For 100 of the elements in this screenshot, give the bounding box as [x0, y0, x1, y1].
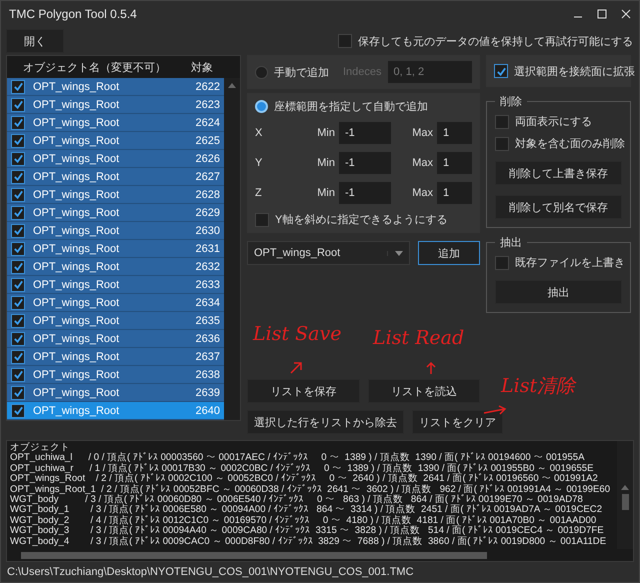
- annotation-arrow-icon: [425, 361, 437, 375]
- log-line: WGT_body_4 / 3 / 頂点( ｱﾄﾞﾚｽ 0009CAC0 ～ 000D8F80 / ｲﾝﾃﾞｯｸｽ 3829 ～ 7688 ) / 頂点数 3860 / 面( ｱﾄﾞﾚｽ 0019D800 ～ 001A11DE: [10, 536, 606, 548]
- list-row[interactable]: OPT_wings_Root 2639: [7, 384, 224, 402]
- scroll-thumb[interactable]: [622, 494, 628, 510]
- table-cell-text: 2628: [194, 188, 220, 200]
- maximize-icon[interactable]: [597, 9, 607, 19]
- table-cell-text: 2626: [194, 152, 220, 164]
- add-button[interactable]: 追加: [418, 241, 480, 265]
- checkbox[interactable]: [11, 278, 25, 292]
- object-dropdown[interactable]: OPT_wings_Root: [247, 241, 410, 265]
- list-row[interactable]: OPT_wings_Root 2634: [7, 294, 224, 312]
- checkbox[interactable]: [11, 368, 25, 382]
- checkbox[interactable]: [11, 332, 25, 346]
- column-header: オブジェクト名（変更不可）: [22, 60, 167, 74]
- table-cell-text: 2627: [194, 170, 220, 182]
- checkbox[interactable]: [11, 224, 25, 238]
- list-row[interactable]: OPT_wings_Root 2630: [7, 222, 224, 240]
- max-label: Max: [411, 157, 433, 169]
- checkbox[interactable]: [11, 404, 25, 418]
- checkbox[interactable]: [11, 170, 25, 184]
- radio-button[interactable]: [255, 100, 268, 113]
- action-button[interactable]: 削除して別名で保存: [495, 195, 622, 219]
- max-field[interactable]: 1: [437, 122, 472, 144]
- clear-list-button[interactable]: リストをクリア: [412, 410, 503, 434]
- list-row[interactable]: OPT_wings_Root 2626: [7, 150, 224, 168]
- min-field[interactable]: -1: [339, 152, 391, 174]
- group-title: 抽出: [495, 235, 527, 250]
- list-row[interactable]: OPT_wings_Root 2640: [7, 402, 224, 420]
- table-cell-text: 2639: [194, 386, 220, 398]
- scroll-up-icon[interactable]: [228, 82, 236, 88]
- list-row[interactable]: OPT_wings_Root 2628: [7, 186, 224, 204]
- handwritten-note: List Save: [253, 323, 342, 345]
- log-line: WGT_body_2 / 4 / 頂点( ｱﾄﾞﾚｽ 0012C1C0 ～ 00169570 / ｲﾝﾃﾞｯｸｽ 0 ～ 4180 ) / 頂点数 4181 / 面( ｱﾄﾞﾚｽ 001A70B0 ～ 001AAD00: [10, 516, 596, 526]
- handwritten-note: List清除: [501, 374, 576, 399]
- table-cell-text: OPT_wings_Root: [32, 260, 120, 272]
- list-row[interactable]: OPT_wings_Root 2627: [7, 168, 224, 186]
- group-title: 削除: [495, 94, 527, 109]
- checkbox[interactable]: [11, 134, 25, 148]
- checkbox[interactable]: [338, 34, 352, 48]
- checkbox[interactable]: [11, 80, 25, 94]
- checkbox[interactable]: [11, 386, 25, 400]
- list-row[interactable]: OPT_wings_Root 2633: [7, 276, 224, 294]
- annotation-arrow-icon: [483, 405, 507, 417]
- list-row[interactable]: OPT_wings_Root 2625: [7, 132, 224, 150]
- checkbox[interactable]: [11, 116, 25, 130]
- checkbox[interactable]: [11, 242, 25, 256]
- remove-rows-button[interactable]: 選択した行をリストから除去: [247, 410, 404, 434]
- list-row[interactable]: OPT_wings_Root 2636: [7, 330, 224, 348]
- radio-label: 手動で追加: [274, 66, 329, 80]
- checkbox[interactable]: [495, 114, 509, 128]
- checkbox[interactable]: [11, 98, 25, 112]
- list-row[interactable]: OPT_wings_Root 2632: [7, 258, 224, 276]
- file-path: C:\Users\Tzuchiang\Desktop\NYOTENGU_COS_001\NYOTENGU_COS_001.TMC: [7, 566, 414, 578]
- close-icon[interactable]: [621, 9, 631, 19]
- min-field[interactable]: -1: [339, 182, 391, 204]
- checkbox[interactable]: [11, 350, 25, 364]
- action-button[interactable]: 抽出: [495, 280, 622, 304]
- list-row[interactable]: OPT_wings_Root 2622: [7, 78, 224, 96]
- checkbox-label: Y軸を斜めに指定できるようにする: [275, 212, 448, 227]
- list-row[interactable]: OPT_wings_Root 2638: [7, 366, 224, 384]
- checkbox-label: 両面表示にする: [515, 115, 592, 129]
- table-cell-text: OPT_wings_Root: [32, 98, 120, 110]
- checkbox[interactable]: [11, 296, 25, 310]
- list-row[interactable]: OPT_wings_Root 2623: [7, 96, 224, 114]
- list-row[interactable]: OPT_wings_Root 2629: [7, 204, 224, 222]
- table-cell-text: 2631: [194, 242, 220, 254]
- save-list-button[interactable]: リストを保存: [247, 379, 360, 403]
- checkbox[interactable]: [495, 256, 509, 270]
- checkbox[interactable]: [255, 212, 269, 226]
- max-label: Max: [411, 187, 433, 199]
- checkbox[interactable]: [11, 188, 25, 202]
- table-cell-text: OPT_wings_Root: [32, 386, 120, 398]
- caret-icon: [394, 250, 402, 256]
- list-row[interactable]: OPT_wings_Root 2635: [7, 312, 224, 330]
- log-line: オブジェクト: [10, 443, 70, 453]
- min-field[interactable]: -1: [339, 122, 391, 144]
- checkbox[interactable]: [11, 152, 25, 166]
- checkbox[interactable]: [11, 206, 25, 220]
- list-row[interactable]: OPT_wings_Root 2631: [7, 240, 224, 258]
- log-line: OPT_wings_Root / 2 / 頂点( ｱﾄﾞﾚｽ 0002C100 ～ 00052BC0 / ｲﾝﾃﾞｯｸｽ 0 ～ 2640 ) / 頂点数 2641 / 面( ｱﾄﾞﾚｽ 00196560 ～ 001991A2: [10, 474, 598, 484]
- list-row[interactable]: OPT_wings_Root 2624: [7, 114, 224, 132]
- checkbox[interactable]: [11, 314, 25, 328]
- table-cell-text: 2638: [194, 368, 220, 380]
- checkbox[interactable]: [495, 136, 509, 150]
- list-row[interactable]: OPT_wings_Root 2637: [7, 348, 224, 366]
- scroll-up-icon[interactable]: [621, 484, 629, 490]
- max-field[interactable]: 1: [437, 152, 472, 174]
- load-list-button[interactable]: リストを読込: [368, 379, 480, 403]
- table-cell-text: 2623: [194, 98, 220, 110]
- action-button[interactable]: 削除して上書き保存: [495, 161, 622, 185]
- open-button[interactable]: 開く: [6, 29, 64, 53]
- scrollbar[interactable]: [617, 441, 633, 550]
- handwritten-note: List Read: [373, 327, 464, 349]
- table-cell-text: 2625: [194, 134, 220, 146]
- scroll-thumb[interactable]: [21, 552, 488, 559]
- annotation-arrow-icon: [289, 361, 303, 375]
- window-title: TMC Polygon Tool 0.5.4: [9, 7, 137, 21]
- checkbox[interactable]: [494, 64, 508, 78]
- checkbox[interactable]: [11, 260, 25, 274]
- max-field[interactable]: 1: [437, 182, 472, 204]
